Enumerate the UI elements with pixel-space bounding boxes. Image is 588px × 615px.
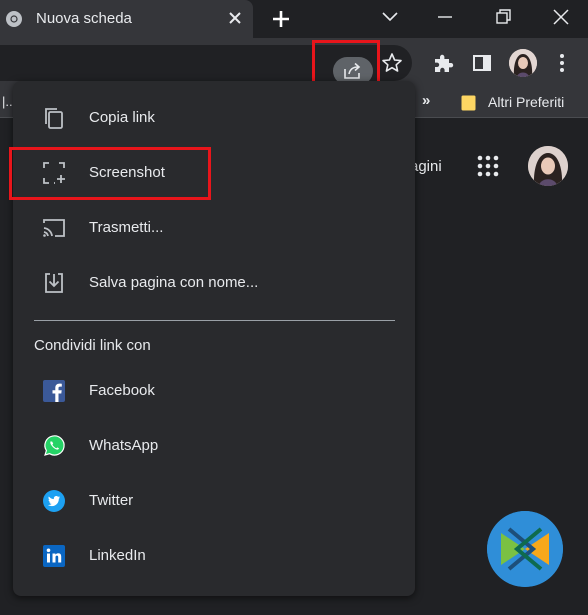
other-bookmarks[interactable]: Altri Preferiti (488, 94, 564, 110)
account-photo-icon (528, 146, 568, 186)
chrome-icon (6, 11, 22, 27)
site-logo-icon (487, 511, 563, 587)
menu-divider (34, 320, 395, 321)
new-tab-icon[interactable] (270, 8, 292, 30)
close-tab-icon[interactable] (226, 9, 244, 27)
folder-icon (461, 95, 476, 111)
whatsapp-icon (44, 434, 65, 456)
tab-nuova-scheda[interactable]: Nuova scheda (0, 0, 253, 38)
cast-icon (43, 218, 65, 237)
facebook-icon (43, 379, 65, 402)
menu-item-label: WhatsApp (89, 437, 159, 454)
share-button-highlight (312, 40, 380, 86)
menu-item-label: Facebook (89, 382, 155, 399)
restore-icon[interactable] (494, 8, 512, 26)
menu-item-label: Trasmetti... (89, 219, 164, 236)
bookmark-item[interactable]: |.. (2, 94, 13, 109)
chevron-down-icon[interactable] (381, 10, 399, 24)
apps-grid-icon[interactable] (477, 155, 499, 177)
share-menu: Copia link Screenshot Trasmetti... Salva… (9, 81, 415, 596)
screenshot-item-highlight (9, 147, 211, 200)
save-page-icon (45, 272, 63, 293)
profile-avatar[interactable] (509, 49, 537, 77)
menu-item-label: Copia link (89, 109, 155, 126)
bookmark-star-icon[interactable] (381, 52, 403, 74)
tab-strip: Nuova scheda (0, 0, 588, 38)
account-avatar[interactable] (528, 146, 568, 186)
menu-item-label: Salva pagina con nome... (89, 274, 259, 291)
bookmarks-overflow-button[interactable]: » (422, 92, 430, 109)
menu-item-cast[interactable]: Trasmetti... (13, 200, 415, 255)
extensions-icon[interactable] (432, 52, 454, 74)
profile-photo-icon (509, 49, 537, 77)
close-window-icon[interactable] (551, 7, 571, 27)
share-target-twitter[interactable]: Twitter (13, 473, 415, 528)
menu-item-save-page[interactable]: Salva pagina con nome... (13, 255, 415, 310)
tab-title: Nuova scheda (36, 10, 132, 27)
more-menu-icon[interactable] (556, 52, 568, 74)
minimize-icon[interactable] (436, 8, 454, 26)
linkedin-icon (43, 544, 65, 567)
side-panel-icon[interactable] (472, 53, 492, 73)
share-target-whatsapp[interactable]: WhatsApp (13, 418, 415, 473)
menu-item-label: LinkedIn (89, 547, 146, 564)
menu-item-copy-link[interactable]: Copia link (13, 90, 415, 145)
share-target-linkedin[interactable]: LinkedIn (13, 528, 415, 583)
site-logo-badge (487, 511, 563, 587)
copy-icon (45, 107, 63, 129)
share-section-title: Condividi link con (34, 337, 151, 354)
menu-item-label: Twitter (89, 492, 134, 509)
twitter-icon (43, 489, 65, 512)
share-target-facebook[interactable]: Facebook (13, 363, 415, 418)
